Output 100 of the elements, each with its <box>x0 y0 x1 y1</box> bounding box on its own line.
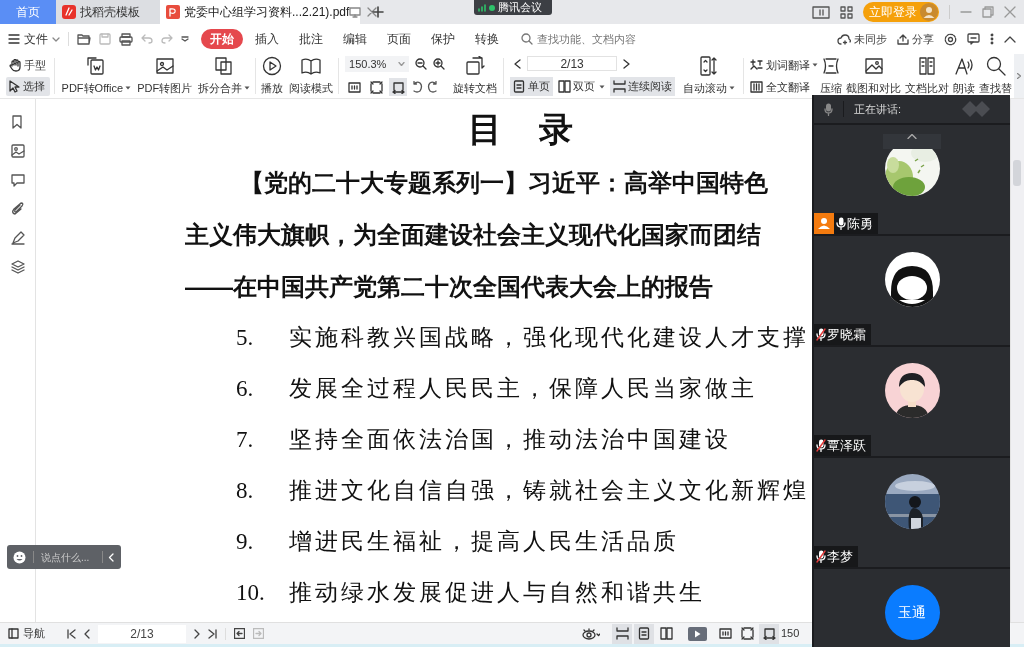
fit-mode-button[interactable] <box>367 78 386 96</box>
document-title: 目 录 <box>468 109 587 150</box>
ribbon-tool-icon <box>86 56 107 76</box>
fit-mode-button[interactable] <box>759 623 779 644</box>
participant-name: 陈勇 <box>847 214 873 233</box>
share-button[interactable]: 分享 <box>897 30 934 48</box>
paperclip-icon <box>10 202 25 216</box>
view-mode-button[interactable] <box>612 623 632 644</box>
message-icon <box>967 33 980 45</box>
more-dropdown-icon <box>181 36 189 42</box>
tab[interactable]: 找稻壳模板 <box>56 0 160 24</box>
share-icon <box>897 33 909 45</box>
ribbon-tool-icon <box>954 56 975 76</box>
item-number: 6. <box>236 375 255 404</box>
ribbon-button[interactable]: 阅读模式 <box>286 54 337 98</box>
menu-tab[interactable]: 插入 <box>247 29 287 49</box>
caret-icon <box>729 85 736 90</box>
view-button[interactable]: 双页 <box>555 77 609 96</box>
microphone-muted-icon <box>816 550 826 563</box>
translate-button[interactable]: 划词翻译 <box>750 57 815 74</box>
chat-bar[interactable]: 说点什么... <box>7 545 121 569</box>
view-button[interactable]: 连续阅读 <box>610 77 676 96</box>
participant-name: 覃泽跃 <box>827 436 866 455</box>
menu-tab[interactable]: 批注 <box>291 29 331 49</box>
scrollbar-thumb[interactable] <box>1013 160 1021 186</box>
menu-tab[interactable]: 编辑 <box>335 29 375 49</box>
scroll-right-icon <box>1017 73 1022 79</box>
next-page-icon <box>194 628 200 639</box>
signature-icon <box>10 231 25 245</box>
participant-name: 罗晓霜 <box>827 325 866 344</box>
view-button[interactable]: 单页 <box>510 77 554 96</box>
previous-page-icon <box>514 58 522 69</box>
menu-tab[interactable]: 转换 <box>467 29 507 49</box>
view-mode-button[interactable] <box>634 623 654 644</box>
ribbon-button[interactable]: PDF转图片 <box>134 54 196 98</box>
caret-icon <box>812 63 819 68</box>
chat-input-field[interactable]: 说点什么... <box>41 549 97 565</box>
menu-tab[interactable]: 页面 <box>379 29 419 49</box>
ribbon-button[interactable]: PDF转Office <box>58 54 135 98</box>
menu-tab[interactable]: 开始 <box>201 29 243 49</box>
ribbon-button[interactable]: 播放 <box>258 54 287 98</box>
rotate-left-icon <box>411 81 424 93</box>
ribbon-button[interactable]: 查找替 <box>977 54 1015 98</box>
pdf-icon <box>166 5 180 19</box>
layers-icon <box>10 260 25 274</box>
status-dot-icon <box>489 4 495 11</box>
tab-label: 找稻壳模板 <box>80 4 140 21</box>
translate-icon <box>750 59 764 72</box>
rotate-right-icon <box>427 81 440 93</box>
previous-page-icon <box>84 628 90 639</box>
more-icon <box>990 33 994 45</box>
tab-label: 首页 <box>16 4 40 21</box>
host-icon <box>814 213 834 234</box>
microphone-muted-icon <box>816 328 826 341</box>
microphone-muted-icon <box>816 439 826 452</box>
item-number: 5. <box>236 324 255 353</box>
view-icon <box>659 627 673 640</box>
translate-button[interactable]: 全文翻译 <box>750 78 815 95</box>
tab-label: 党委中心组学习资料...2.21).pdf <box>184 4 350 21</box>
ribbon-button[interactable]: 拆分合并 <box>195 54 254 98</box>
meeting-badge[interactable]: 腾讯会议 <box>474 0 552 15</box>
play-button[interactable] <box>688 626 707 641</box>
redo-icon <box>161 34 173 44</box>
panel-icon <box>8 628 19 639</box>
search-field[interactable]: 查找功能、文档内容 <box>521 30 671 48</box>
grid-icon <box>840 5 853 19</box>
monitor-icon <box>349 6 362 18</box>
page-field[interactable]: 2/13 <box>98 624 186 643</box>
ribbon-button[interactable]: 截图和对比 <box>844 54 904 98</box>
item-number: 8. <box>236 477 255 506</box>
collapse-icon <box>1004 35 1016 43</box>
restore-icon <box>982 6 994 18</box>
fit-icon <box>369 80 383 94</box>
menu-tab[interactable]: 保护 <box>423 29 463 49</box>
view-icon <box>637 627 651 640</box>
auto-scroll-button[interactable]: 自动滚动 <box>679 54 740 98</box>
bookmark-icon <box>10 115 25 129</box>
ribbon-button[interactable]: 朗读 <box>951 54 978 98</box>
file-menu[interactable]: 文件 <box>8 30 60 48</box>
view-icon <box>513 80 527 93</box>
back-icon <box>234 628 245 639</box>
tool-button[interactable]: 选择 <box>6 77 50 96</box>
ribbon-button[interactable]: 压缩 <box>818 54 845 98</box>
caret-icon <box>125 85 132 90</box>
comment-icon <box>10 173 25 187</box>
ribbon-button[interactable]: 文档比对 <box>903 54 952 98</box>
page-field[interactable]: 2/13 <box>527 56 618 71</box>
fit-mode-button[interactable] <box>389 78 408 96</box>
eye-care-icon <box>582 627 600 640</box>
ribbon-tool-icon <box>917 56 938 76</box>
navigation-button[interactable]: 导航 <box>8 625 45 642</box>
sync-button[interactable]: 未同步 <box>837 30 887 48</box>
ribbon-tool-icon <box>262 56 283 76</box>
collapse-icon <box>907 134 917 139</box>
tool-button[interactable]: 手型 <box>6 56 50 75</box>
zoom-select[interactable]: 150.3% <box>345 56 410 72</box>
microphone-icon <box>836 217 846 230</box>
rotate-button[interactable]: 旋转文档 <box>449 54 502 98</box>
search-icon <box>521 33 533 45</box>
fit-icon <box>740 627 754 640</box>
